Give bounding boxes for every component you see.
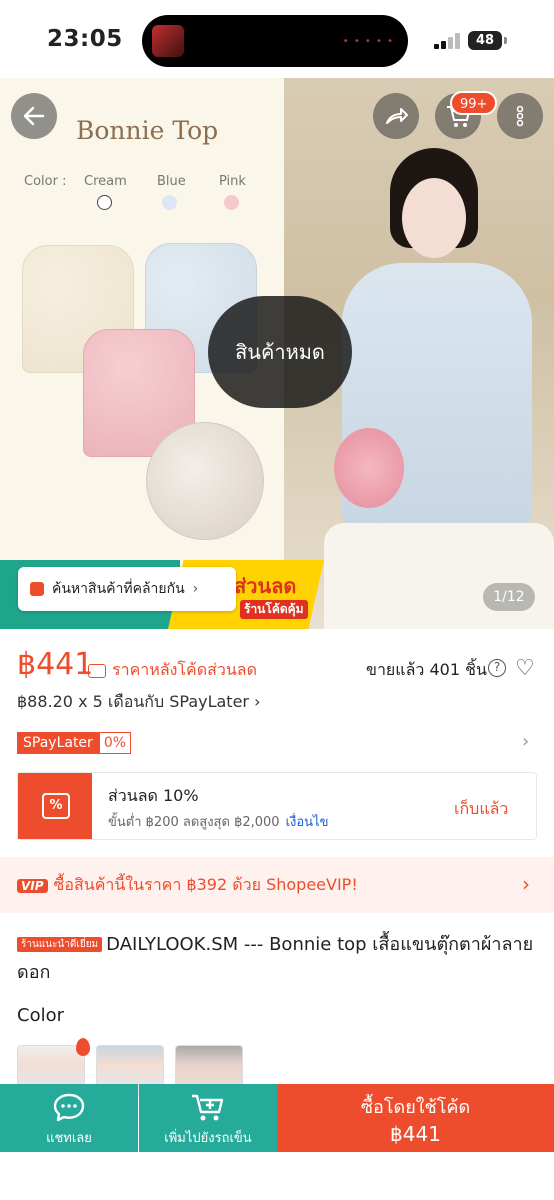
favorite-heart-icon[interactable]: ♡ (515, 656, 535, 681)
buy-label: ซื้อโดยใช้โค้ด (360, 1097, 471, 1118)
buy-with-code-button[interactable]: ซื้อโดยใช้โค้ด ฿441 (277, 1084, 554, 1152)
vip-offer[interactable]: VIP ซื้อสินค้านี้ในราคา ฿392 ด้วย Shopee… (17, 873, 358, 898)
flower-bouquet (334, 428, 404, 508)
add-cart-icon (192, 1094, 224, 1121)
preferred-shop-tag: ร้านแนะนำดีเยี่ยม (17, 937, 103, 952)
swatch-pink (224, 195, 239, 210)
image-title: Bonnie Top (76, 116, 219, 145)
coupon-icon (88, 663, 106, 678)
more-options-button[interactable] (497, 93, 543, 139)
spaylater-label: SPayLater (17, 732, 99, 754)
now-playing-thumbnail (152, 25, 184, 57)
shopping-bag-icon (30, 582, 44, 596)
cart-count-badge: 99+ (450, 91, 498, 115)
more-vertical-icon (516, 105, 524, 127)
image-color-blue: Blue (157, 174, 186, 189)
chevron-right-icon[interactable]: › (522, 731, 529, 752)
arrow-left-icon (23, 106, 45, 126)
voucher-terms-link[interactable]: เงื่อนไข (286, 815, 329, 830)
fabric-detail-image (146, 422, 264, 540)
vip-tag: VIP (17, 878, 48, 893)
bottom-action-bar: แชทเลย เพิ่มไปยังรถเข็น ซื้อโดยใช้โค้ด ฿… (0, 1084, 554, 1152)
add-to-cart-label: เพิ่มไปยังรถเข็น (164, 1131, 252, 1146)
chevron-right-icon: › (192, 581, 199, 597)
find-similar-label: ค้นหาสินค้าที่คล้ายกัน (52, 581, 185, 597)
image-page-indicator: 1/12 (483, 583, 535, 611)
banner-discount-text: ส่วนลด (234, 574, 297, 598)
chat-bubble-icon (53, 1093, 85, 1122)
share-button[interactable] (373, 93, 419, 139)
spaylater-badge[interactable]: SPayLater 0% (17, 732, 132, 754)
battery-icon: 48 (468, 31, 502, 50)
installment-link[interactable]: ฿88.20 x 5 เดือนกับ SPayLater › (17, 690, 260, 715)
sold-count: ขายแล้ว 401 ชิ้น (366, 660, 487, 679)
banner-sub-text: ร้านโค้ดคุ้ม (240, 600, 308, 619)
find-similar-button[interactable]: ค้นหาสินค้าที่คล้ายกัน › (18, 567, 236, 611)
signal-icon (434, 33, 462, 49)
chevron-right-icon[interactable]: › (522, 872, 530, 896)
dynamic-island: • • • • • (142, 15, 408, 67)
model-skirt (324, 523, 554, 629)
image-color-label: Color : (24, 174, 67, 189)
voucher-collected-status[interactable]: เก็บแล้ว (454, 797, 508, 822)
swatch-cream (97, 195, 112, 210)
chat-label: แชทเลย (46, 1131, 92, 1146)
image-color-pink: Pink (219, 174, 246, 189)
voucher-icon-area: % (18, 773, 92, 839)
price-after-code[interactable]: ราคาหลังโค้ดส่วนลด (88, 658, 257, 683)
vip-offer-text: ซื้อสินค้านี้ในราคา ฿392 ด้วย ShopeeVIP! (53, 875, 358, 894)
product-title: ร้านแนะนำดีเยี่ยม DAILYLOOK.SM --- Bonnie… (17, 931, 537, 987)
audio-wave-icon: • • • • • (342, 36, 394, 47)
voucher-condition-text: ขั้นต่ำ ฿200 ลดสูงสุด ฿2,000 (108, 815, 280, 830)
percent-tag-icon: % (42, 793, 70, 819)
product-image-carousel[interactable]: Bonnie Top Color : Cream Blue Pink 99+ ส… (0, 78, 554, 629)
back-button[interactable] (11, 93, 57, 139)
swatch-blue (162, 195, 177, 210)
buy-price: ฿441 (390, 1122, 441, 1146)
voucher-title: ส่วนลด 10% (108, 786, 199, 805)
out-of-stock-badge: สินค้าหมด (208, 296, 352, 408)
spaylater-rate: 0% (98, 732, 132, 754)
share-icon (386, 108, 408, 124)
battery-tip (504, 37, 507, 44)
model-face (402, 178, 466, 258)
add-to-cart-button[interactable]: เพิ่มไปยังรถเข็น (139, 1084, 277, 1152)
image-color-cream: Cream (84, 174, 127, 189)
price-after-code-label: ราคาหลังโค้ดส่วนลด (112, 660, 257, 679)
variant-heading: Color (17, 1005, 64, 1026)
product-price: ฿441 (17, 647, 94, 682)
hot-flame-icon (76, 1038, 90, 1056)
voucher-condition: ขั้นต่ำ ฿200 ลดสูงสุด ฿2,000 เงื่อนไข (108, 811, 328, 832)
home-indicator-area (0, 1152, 554, 1200)
status-time: 23:05 (47, 26, 123, 52)
help-icon[interactable]: ? (488, 659, 506, 677)
shop-voucher-card[interactable]: % ส่วนลด 10% ขั้นต่ำ ฿200 ลดสูงสุด ฿2,00… (17, 772, 537, 840)
status-bar: 23:05 • • • • • 48 (0, 0, 554, 78)
chat-button[interactable]: แชทเลย (0, 1084, 138, 1152)
